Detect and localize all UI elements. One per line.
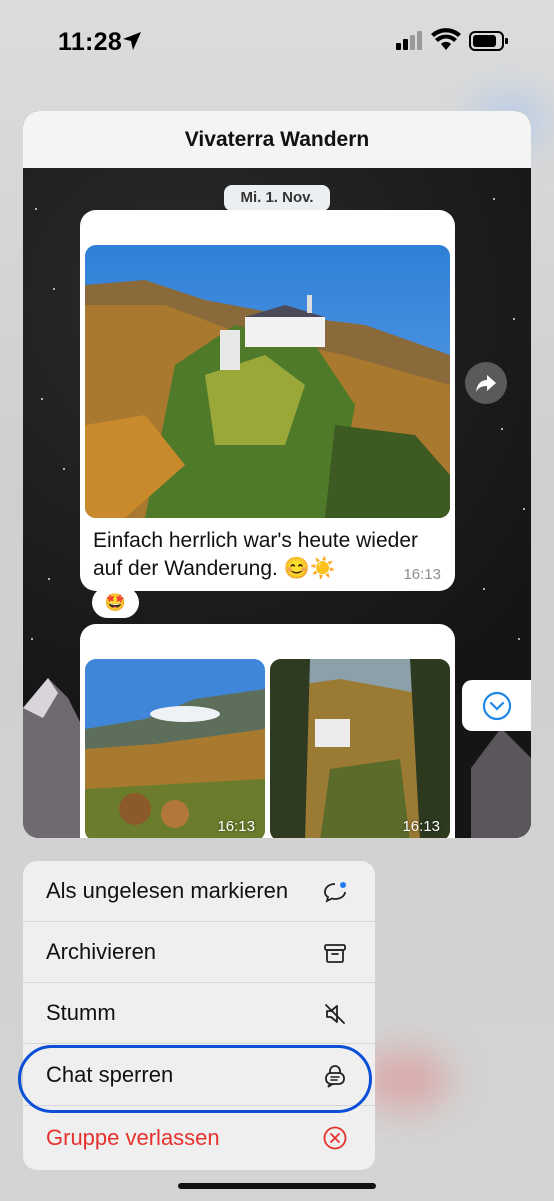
location-arrow-icon — [123, 32, 141, 50]
mark-unread-icon — [324, 882, 346, 903]
chat-preview-card[interactable]: Vivaterra Wandern Mi. 1. Nov. Einfach he… — [23, 111, 531, 838]
cellular-signal-icon — [396, 31, 422, 50]
chat-title: Vivaterra Wandern — [23, 111, 531, 168]
message-reaction[interactable]: 🤩 — [92, 587, 139, 618]
message-photo[interactable] — [85, 245, 450, 518]
menu-item-label: Gruppe verlassen — [46, 1124, 220, 1150]
battery-icon — [469, 31, 508, 51]
wallpaper-mountain — [23, 678, 83, 838]
message-bubble[interactable]: 16:13 16:13 — [80, 624, 455, 838]
status-time: 11:28 — [58, 28, 123, 56]
menu-item-label: Als ungelesen markieren — [46, 878, 289, 903]
scroll-down-button[interactable] — [462, 680, 531, 731]
context-menu: Als ungelesen markieren Archivieren Stum… — [23, 861, 375, 1170]
forward-icon — [476, 375, 496, 392]
status-bar: 11:28 — [0, 0, 554, 86]
photo-timestamp: 16:13 — [217, 818, 255, 835]
wifi-icon — [431, 28, 461, 50]
leave-group-icon — [323, 1126, 347, 1150]
menu-item-mark-unread[interactable]: Als ungelesen markieren — [23, 861, 375, 922]
archive-icon — [324, 944, 346, 963]
date-label: Mi. 1. Nov. — [224, 185, 330, 211]
home-indicator[interactable] — [178, 1183, 376, 1189]
mute-icon — [325, 1004, 345, 1024]
highlight-ring — [18, 1045, 372, 1113]
message-photo[interactable]: 16:13 — [270, 659, 450, 838]
message-photo[interactable]: 16:13 — [85, 659, 265, 838]
menu-item-leave-group[interactable]: Gruppe verlassen — [23, 1107, 375, 1168]
chevron-down-icon — [482, 691, 511, 720]
message-bubble[interactable]: Einfach herrlich war's heute wieder auf … — [80, 210, 455, 591]
forward-button[interactable] — [465, 362, 507, 404]
menu-item-archive[interactable]: Archivieren — [23, 922, 375, 983]
message-text: Einfach herrlich war's heute wieder auf … — [93, 529, 418, 580]
menu-item-label: Stumm — [46, 1000, 116, 1025]
photo-timestamp: 16:13 — [402, 818, 440, 835]
message-timestamp: 16:13 — [403, 566, 441, 583]
menu-item-mute[interactable]: Stumm — [23, 983, 375, 1044]
menu-item-label: Archivieren — [46, 939, 157, 964]
